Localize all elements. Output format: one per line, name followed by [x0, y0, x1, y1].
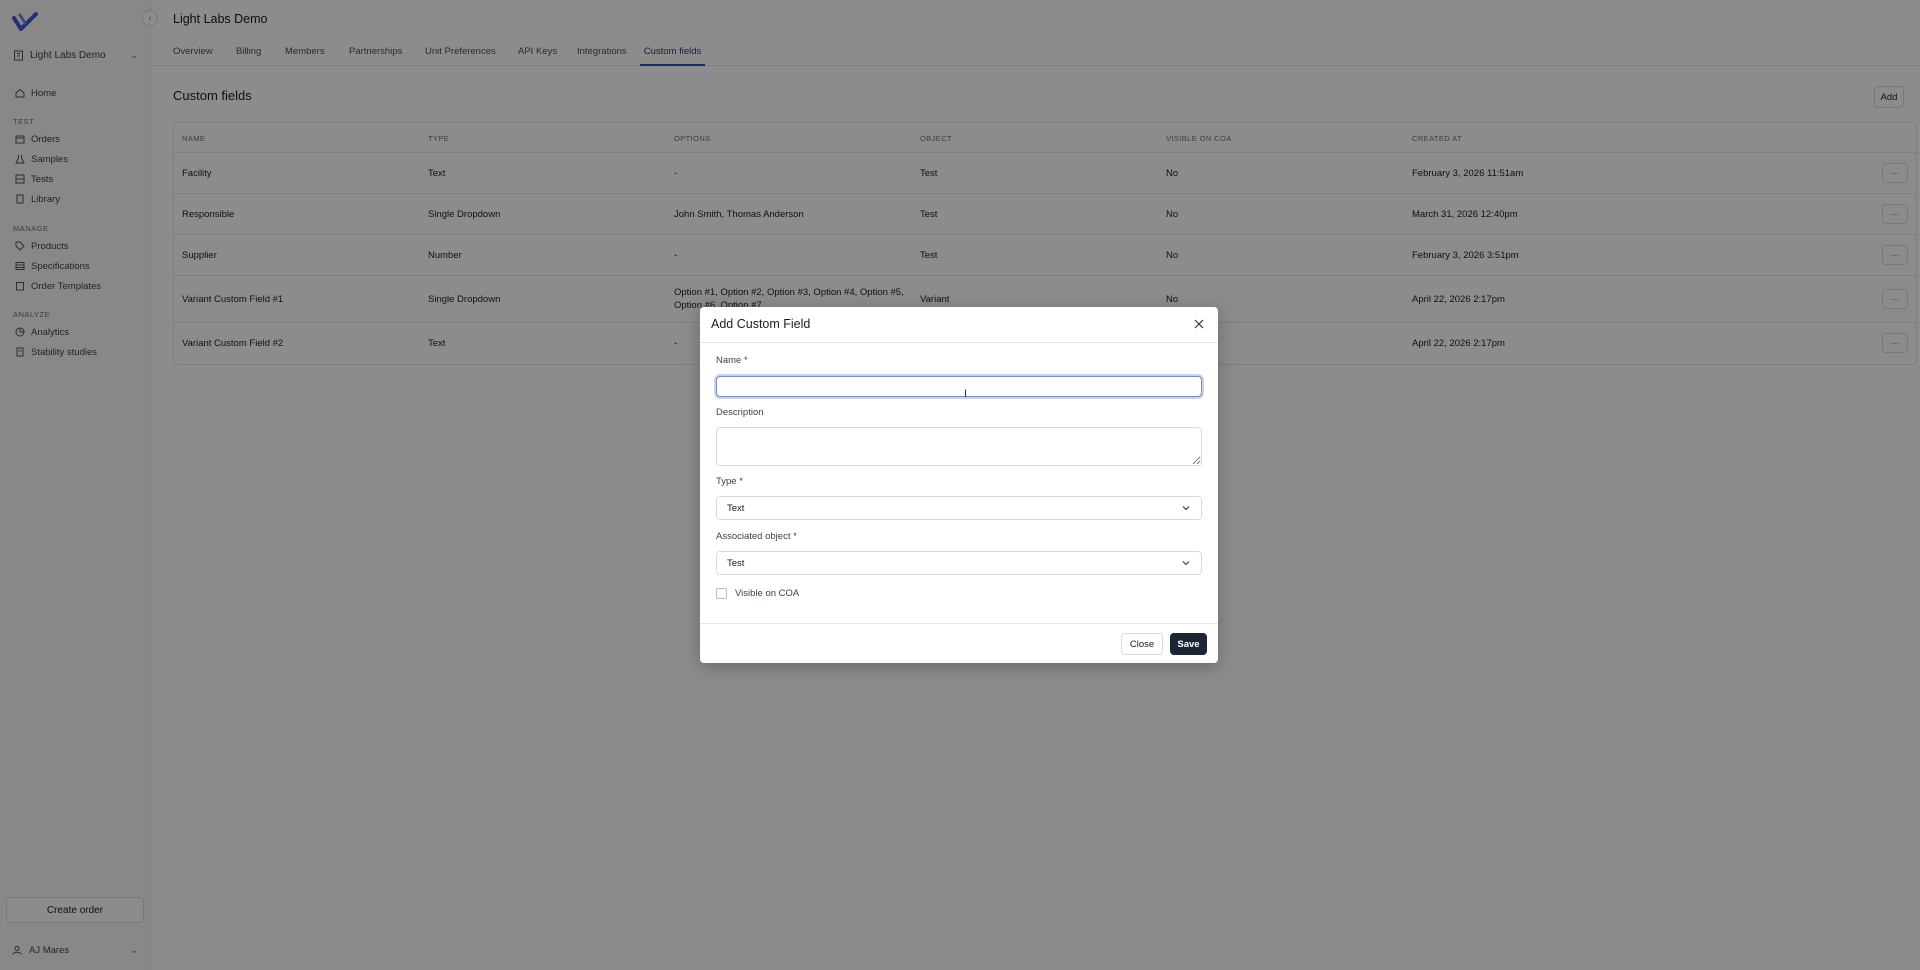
visible-on-coa-checkbox[interactable]: [716, 588, 727, 599]
add-custom-field-dialog: Add Custom Field Name * I Description Ty…: [700, 307, 1218, 663]
divider: [700, 623, 1218, 624]
required-mark: *: [793, 531, 797, 542]
visible-on-coa-row[interactable]: Visible on COA: [716, 588, 799, 599]
text-cursor-icon: I: [964, 388, 968, 400]
description-textarea[interactable]: [716, 427, 1202, 466]
description-label: Description: [716, 407, 764, 418]
type-label-text: Type: [716, 476, 737, 487]
type-select[interactable]: Text: [716, 496, 1202, 520]
chevron-down-icon: [1181, 558, 1191, 568]
close-button[interactable]: Close: [1121, 633, 1163, 655]
name-input[interactable]: [716, 376, 1202, 397]
required-mark: *: [743, 355, 748, 366]
name-label: Name *: [716, 355, 748, 366]
divider: [700, 342, 1218, 343]
required-mark: *: [739, 476, 743, 487]
dialog-title: Add Custom Field: [711, 317, 811, 331]
visible-on-coa-label: Visible on COA: [735, 588, 800, 599]
chevron-down-icon: [1181, 503, 1191, 513]
type-label: Type *: [716, 476, 743, 487]
object-select-value: Test: [727, 557, 745, 569]
associated-object-select[interactable]: Test: [716, 551, 1202, 575]
object-label-text: Associated object: [716, 531, 791, 542]
name-label-text: Name: [716, 355, 742, 366]
close-icon[interactable]: [1192, 317, 1206, 331]
save-button[interactable]: Save: [1170, 633, 1207, 655]
type-select-value: Text: [727, 502, 745, 514]
object-label: Associated object *: [716, 531, 797, 542]
